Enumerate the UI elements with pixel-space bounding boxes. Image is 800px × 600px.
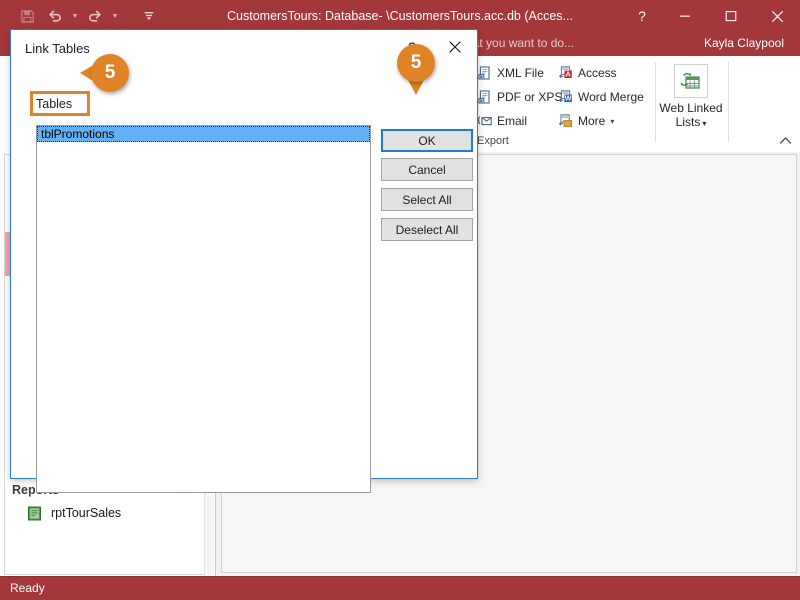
callout-badge-tables: 5: [91, 54, 129, 92]
quick-access-toolbar: ▼ ▼: [14, 0, 162, 32]
access-export-icon: A: [558, 65, 574, 81]
dialog-close-icon[interactable]: [433, 30, 477, 64]
status-bar: Ready: [0, 576, 800, 600]
chevron-down-icon[interactable]: ▾: [610, 117, 614, 126]
redo-dropdown-icon[interactable]: ▼: [110, 4, 120, 28]
email-icon: [477, 113, 493, 129]
user-account-name[interactable]: Kayla Claypool: [704, 36, 784, 50]
navigation-item-label: rptTourSales: [51, 506, 122, 520]
navigation-item-rpttoursales[interactable]: rptTourSales: [5, 502, 206, 524]
ribbon-item-label: PDF or XPS: [497, 90, 563, 104]
tables-listbox[interactable]: tblPromotions: [36, 125, 371, 493]
link-tables-dialog: Link Tables ? Tables tblPromotions OK Ca…: [10, 29, 478, 493]
help-icon[interactable]: ?: [622, 0, 662, 32]
list-item[interactable]: tblPromotions: [37, 126, 370, 142]
deselect-all-button[interactable]: Deselect All: [381, 218, 473, 241]
web-linked-lists-label-line1: Web Linked: [659, 101, 723, 115]
ribbon-group-label-export: Export: [477, 135, 509, 147]
svg-text:A: A: [565, 70, 571, 79]
customize-qat-icon[interactable]: [136, 4, 162, 28]
ribbon-item-label: Access: [578, 66, 617, 80]
ribbon-item-label: Word Merge: [578, 90, 644, 104]
chevron-down-icon[interactable]: ▾: [702, 119, 706, 128]
dialog-title: Link Tables: [25, 41, 90, 56]
cancel-button[interactable]: Cancel: [381, 158, 473, 181]
ok-button[interactable]: OK: [381, 129, 473, 152]
ribbon-item-label: Email: [497, 114, 528, 128]
select-all-button[interactable]: Select All: [381, 188, 473, 211]
web-linked-lists-label-line2: Lists ▾: [675, 115, 707, 129]
report-icon: [27, 506, 42, 521]
tables-label-highlight: [30, 91, 90, 116]
minimize-icon[interactable]: [662, 0, 708, 32]
callout-badge-ok: 5: [397, 44, 435, 82]
redo-icon[interactable]: [82, 4, 108, 28]
window-controls: ?: [622, 0, 800, 32]
ribbon-item-xml-file[interactable]: XML File: [477, 62, 544, 84]
xml-file-icon: [477, 65, 493, 81]
word-merge-icon: W: [558, 89, 574, 105]
ribbon-item-access[interactable]: A Access: [558, 62, 617, 84]
ribbon-group-export: XML File PDF or XPS Email A Access W Wor…: [474, 56, 650, 152]
tell-me-search[interactable]: hat you want to do...: [466, 36, 574, 50]
maximize-icon[interactable]: [708, 0, 754, 32]
ribbon-button-web-linked-lists[interactable]: Web Linked Lists ▾: [654, 64, 728, 131]
title-bar: ▼ ▼ CustomersTours: Database- \Customers…: [0, 0, 800, 32]
ribbon-item-more[interactable]: More ▾: [558, 110, 614, 132]
undo-dropdown-icon[interactable]: ▼: [70, 4, 80, 28]
ribbon-item-pdf-or-xps[interactable]: PDF or XPS: [477, 86, 562, 108]
collapse-ribbon-icon[interactable]: [779, 136, 792, 148]
status-text: Ready: [10, 581, 45, 595]
pdf-xps-icon: [477, 89, 493, 105]
ribbon-group-web-linked-lists: Web Linked Lists ▾: [658, 56, 724, 152]
web-linked-lists-icon: [674, 64, 708, 98]
ribbon-item-word-merge[interactable]: W Word Merge: [558, 86, 644, 108]
access-application-window: ▼ ▼ CustomersTours: Database- \Customers…: [0, 0, 800, 600]
ribbon-item-label: XML File: [497, 66, 544, 80]
ribbon-item-label: More: [578, 114, 606, 128]
more-export-icon: [558, 113, 574, 129]
svg-text:W: W: [565, 96, 572, 103]
save-icon[interactable]: [14, 4, 40, 28]
ribbon-separator: [728, 62, 729, 142]
ribbon-item-email[interactable]: Email: [477, 110, 527, 132]
undo-icon[interactable]: [42, 4, 68, 28]
close-icon[interactable]: [754, 0, 800, 32]
